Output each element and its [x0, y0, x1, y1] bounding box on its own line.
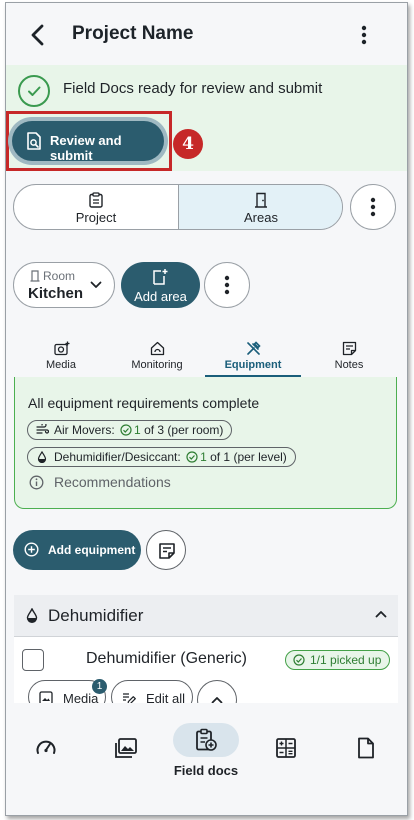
step-number-badge: 4 — [173, 129, 203, 159]
door-small-icon — [30, 270, 40, 282]
app-screen: Project Name Field Docs ready for review… — [5, 2, 408, 816]
nav-field-docs[interactable] — [173, 723, 239, 757]
chevron-up-icon — [375, 611, 387, 618]
picked-up-badge: 1/1 picked up — [285, 650, 391, 670]
document-icon — [358, 737, 374, 759]
review-and-submit-button[interactable]: Review and submit — [12, 121, 164, 163]
add-equipment-button[interactable]: Add equipment — [13, 530, 141, 570]
clipboard-icon — [89, 192, 103, 208]
segment-areas[interactable]: Areas — [178, 185, 342, 229]
chevron-down-icon — [90, 281, 102, 288]
room-select-value: Kitchen — [28, 285, 84, 302]
more-vertical-icon — [224, 275, 230, 295]
tab-monitoring[interactable]: Monitoring — [109, 340, 205, 378]
equipment-checkbox[interactable] — [22, 649, 44, 671]
add-area-icon — [153, 269, 168, 285]
equipment-item-name: Dehumidifier (Generic) — [86, 650, 247, 667]
photo-library-icon — [115, 738, 137, 758]
page-title: Project Name — [72, 23, 194, 44]
media-count-badge: 1 — [92, 679, 107, 694]
calculator-icon — [276, 738, 296, 758]
info-icon — [29, 475, 44, 490]
segment-project-label: Project — [75, 210, 117, 225]
project-more-button[interactable] — [350, 184, 396, 230]
check-circle-small-icon — [186, 451, 198, 463]
nav-dashboard[interactable] — [16, 725, 76, 785]
add-circle-icon — [24, 542, 39, 557]
tab-media-label: Media — [46, 359, 76, 371]
nav-calculator[interactable] — [256, 725, 316, 785]
tools-icon — [247, 341, 261, 355]
tab-notes-label: Notes — [334, 359, 364, 371]
nav-field-docs-label: Field docs — [173, 763, 239, 778]
note-icon — [159, 543, 175, 559]
room-select[interactable]: Room Kitchen — [13, 262, 115, 308]
banner-message: Field Docs ready for review and submit — [63, 80, 323, 97]
add-equipment-label: Add equipment — [48, 543, 136, 557]
equipment-section-dehumidifier: Dehumidifier Dehumidifier (Generic) 1/1 … — [14, 595, 398, 720]
tab-equipment[interactable]: Equipment — [205, 340, 301, 378]
check-circle-small-icon — [293, 654, 305, 666]
dehumidifier-chip: Dehumidifier/Desiccant: 1 of 1 (per leve… — [27, 447, 296, 467]
check-circle-icon — [18, 75, 50, 107]
air-flow-icon — [36, 424, 49, 434]
add-area-button[interactable]: Add area — [121, 262, 200, 308]
note-icon — [342, 341, 357, 356]
field-docs-icon — [196, 728, 217, 751]
tab-media[interactable]: Media — [13, 340, 109, 378]
air-movers-chip: Air Movers: 1 of 3 (per room) — [27, 420, 233, 440]
home-gauge-icon — [150, 341, 165, 356]
more-options-icon[interactable] — [354, 23, 374, 47]
tab-notes[interactable]: Notes — [301, 340, 397, 378]
speedometer-icon — [36, 740, 56, 754]
requirements-card: All equipment requirements complete Air … — [14, 377, 397, 509]
check-circle-small-icon — [120, 424, 132, 436]
project-areas-toggle: Project Areas — [13, 184, 343, 230]
add-area-label: Add area — [134, 289, 187, 304]
segment-areas-label: Areas — [244, 210, 278, 225]
document-search-icon — [27, 132, 41, 150]
ready-banner: Field Docs ready for review and submit R… — [6, 65, 407, 171]
area-more-button[interactable] — [204, 262, 250, 308]
requirements-title: All equipment requirements complete — [28, 395, 260, 411]
more-vertical-icon — [370, 197, 376, 217]
tab-equipment-label: Equipment — [224, 359, 282, 371]
app-bar: Project Name — [6, 3, 407, 63]
equipment-section-header[interactable]: Dehumidifier — [14, 595, 398, 637]
door-icon — [255, 192, 267, 208]
area-tabs: Media Monitoring Equipment Notes — [6, 340, 407, 378]
segment-project[interactable]: Project — [14, 185, 178, 229]
water-drop-icon — [37, 451, 47, 463]
equipment-note-button[interactable] — [146, 530, 186, 570]
room-select-caption: Room — [30, 269, 75, 283]
back-arrow-icon[interactable] — [24, 21, 52, 49]
nav-documents[interactable] — [336, 725, 396, 785]
review-and-submit-label: Review and submit — [50, 133, 122, 163]
water-drop-icon — [26, 608, 38, 623]
camera-plus-icon — [54, 341, 70, 356]
bottom-navigation: Field docs — [6, 703, 407, 815]
tab-monitoring-label: Monitoring — [131, 359, 183, 371]
recommendations-link[interactable]: Recommendations — [29, 474, 171, 490]
nav-gallery[interactable] — [96, 725, 156, 785]
equipment-section-title: Dehumidifier — [48, 606, 144, 625]
